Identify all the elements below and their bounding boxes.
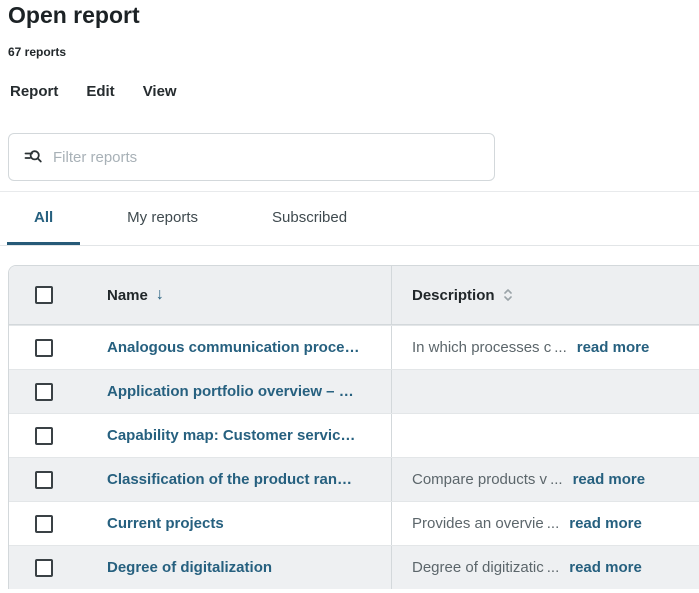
header-description-cell[interactable]: Description [391, 266, 699, 324]
description-ellipsis: ... [547, 559, 560, 576]
row-checkbox[interactable] [35, 515, 53, 533]
row-checkbox[interactable] [35, 471, 53, 489]
sort-descending-icon[interactable]: ↓ [156, 287, 164, 303]
page-title: Open report [8, 2, 699, 28]
filter-search-icon [23, 147, 43, 167]
tab-bar: All My reports Subscribed [0, 191, 699, 246]
table-row[interactable]: Capability map: Customer servic… [9, 413, 699, 457]
report-name-link[interactable]: Analogous communication proce… [107, 339, 360, 356]
description-ellipsis: ... [554, 339, 567, 356]
description-ellipsis: ... [547, 515, 560, 532]
row-checkbox[interactable] [35, 427, 53, 445]
table-header-row: Name ↓ Description [9, 266, 699, 325]
tab-my-reports-label: My reports [127, 209, 198, 226]
read-more-link[interactable]: read more [569, 515, 642, 532]
menubar: Report Edit View [10, 83, 699, 100]
table-row[interactable]: Classification of the product ran… Compa… [9, 457, 699, 501]
report-count: 67 reports [8, 45, 699, 59]
tab-subscribed[interactable]: Subscribed [245, 192, 374, 245]
tab-all-label: All [34, 209, 53, 226]
read-more-link[interactable]: read more [573, 471, 646, 488]
filter-box [8, 133, 495, 181]
menu-view[interactable]: View [143, 83, 177, 100]
row-checkbox[interactable] [35, 559, 53, 577]
report-description: In which processes c [412, 339, 551, 356]
row-checkbox[interactable] [35, 383, 53, 401]
menu-edit[interactable]: Edit [86, 83, 114, 100]
table-row[interactable]: Analogous communication proce… In which … [9, 325, 699, 369]
table-row[interactable]: Current projects Provides an overvie ...… [9, 501, 699, 545]
description-ellipsis: ... [550, 471, 563, 488]
tab-all[interactable]: All [7, 192, 80, 245]
reports-table: Name ↓ Description Analogous communicati… [8, 265, 699, 589]
header-name-cell[interactable]: Name ↓ [91, 266, 391, 324]
report-name-link[interactable]: Application portfolio overview – … [107, 383, 354, 400]
header-checkbox-cell [9, 266, 91, 324]
filter-reports-input[interactable] [43, 149, 494, 166]
report-description: Compare products v [412, 471, 547, 488]
open-report-page: { "page": { "title": "Open report", "rep… [0, 2, 699, 593]
description-column-header: Description [412, 287, 495, 304]
report-name-link[interactable]: Classification of the product ran… [107, 471, 352, 488]
menu-report[interactable]: Report [10, 83, 58, 100]
report-description: Degree of digitizatic [412, 559, 544, 576]
report-name-link[interactable]: Current projects [107, 515, 224, 532]
read-more-link[interactable]: read more [569, 559, 642, 576]
report-name-link[interactable]: Capability map: Customer servic… [107, 427, 355, 444]
select-all-checkbox[interactable] [35, 286, 53, 304]
tab-my-reports[interactable]: My reports [100, 192, 225, 245]
name-column-header: Name [107, 287, 148, 304]
report-name-link[interactable]: Degree of digitalization [107, 559, 272, 576]
table-row[interactable]: Application portfolio overview – … [9, 369, 699, 413]
sort-toggle-icon[interactable] [503, 287, 513, 303]
read-more-link[interactable]: read more [577, 339, 650, 356]
row-checkbox[interactable] [35, 339, 53, 357]
table-row[interactable]: Degree of digitalization Degree of digit… [9, 545, 699, 589]
tab-subscribed-label: Subscribed [272, 209, 347, 226]
report-description: Provides an overvie [412, 515, 544, 532]
